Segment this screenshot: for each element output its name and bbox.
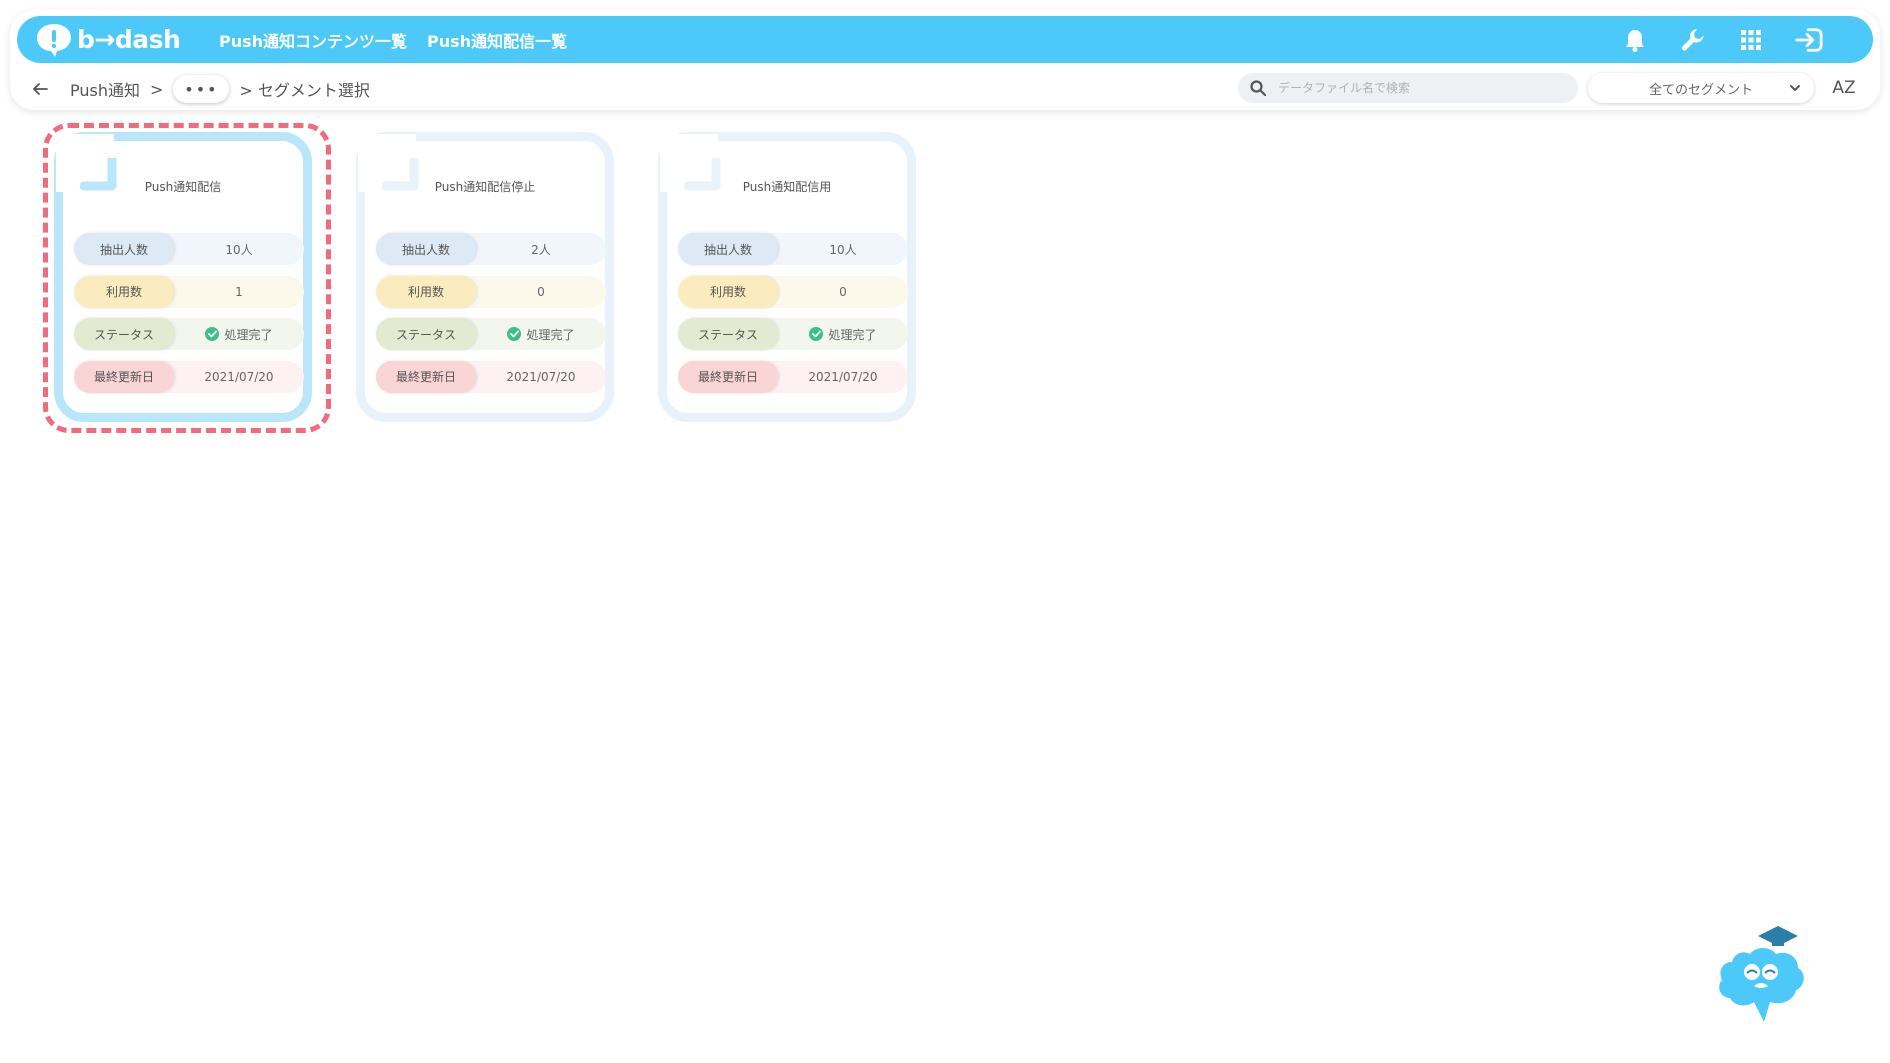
- updated-date-value: 2021/07/20: [506, 369, 576, 384]
- usage-count-row: 利用数 1: [74, 275, 304, 308]
- nav-push-delivery-list[interactable]: Push通知配信一覧: [427, 28, 567, 52]
- card-title: Push通知配信: [144, 180, 222, 194]
- bell-icon[interactable]: [1621, 26, 1649, 54]
- breadcrumb-push[interactable]: Push通知: [70, 77, 140, 101]
- usage-count-value: 1: [235, 284, 243, 299]
- status-row: ステータス 処理完了: [74, 318, 304, 350]
- check-circle-icon: [205, 327, 220, 341]
- bdash-bubble-icon: [37, 23, 71, 57]
- status-label: ステータス: [74, 318, 174, 350]
- extract-count-row: 抽出人数 10人: [678, 233, 908, 265]
- usage-count-row: 利用数 0: [678, 275, 908, 308]
- updated-date-label: 最終更新日: [74, 360, 174, 393]
- check-circle-icon: [809, 327, 824, 341]
- card-title: Push通知配信用: [742, 180, 832, 194]
- extract-count-label: 抽出人数: [376, 233, 476, 265]
- usage-count-label: 利用数: [74, 275, 174, 308]
- logo[interactable]: b→dash: [35, 22, 185, 58]
- status-value: 処理完了: [224, 327, 273, 342]
- updated-date-row: 最終更新日 2021/07/20: [74, 360, 304, 393]
- usage-count-label: 利用数: [678, 275, 778, 308]
- breadcrumb-separator: >: [150, 79, 164, 99]
- status-label: ステータス: [376, 318, 476, 350]
- segment-filter-select[interactable]: 全てのセグメント: [1588, 73, 1814, 103]
- status-row: ステータス 処理完了: [678, 318, 908, 350]
- chevron-down-icon: [1790, 85, 1800, 91]
- usage-count-value: 0: [537, 284, 545, 299]
- segment-filter-value: 全てのセグメント: [1648, 82, 1753, 98]
- search-icon: [1250, 80, 1266, 96]
- nav-push-contents-list[interactable]: Push通知コンテンツ一覧: [219, 28, 407, 52]
- check-circle-icon: [507, 327, 522, 341]
- apps-grid-icon[interactable]: [1737, 26, 1765, 54]
- breadcrumb-more-button[interactable]: •••: [173, 75, 230, 103]
- extract-count-value: 10人: [225, 242, 253, 257]
- top-navigation-bar: b→dash Push通知コンテンツ一覧 Push通知配信一覧: [17, 16, 1873, 63]
- breadcrumb-current: > セグメント選択: [239, 81, 370, 100]
- updated-date-label: 最終更新日: [376, 360, 476, 393]
- extract-count-value: 2人: [531, 242, 551, 257]
- updated-date-value: 2021/07/20: [808, 369, 878, 384]
- status-row: ステータス 処理完了: [376, 318, 606, 350]
- logo-text: b→dash: [77, 25, 181, 54]
- extract-count-row: 抽出人数 10人: [74, 233, 304, 265]
- status-value: 処理完了: [526, 327, 575, 342]
- search-box: [1238, 73, 1578, 103]
- updated-date-row: 最終更新日 2021/07/20: [376, 360, 606, 393]
- usage-count-row: 利用数 0: [376, 275, 606, 308]
- logout-icon[interactable]: [1795, 26, 1823, 54]
- usage-count-value: 0: [839, 284, 847, 299]
- extract-count-label: 抽出人数: [678, 233, 778, 265]
- card-title: Push通知配信停止: [434, 180, 536, 194]
- sort-az-button[interactable]: AZ: [1830, 74, 1858, 102]
- back-arrow-icon[interactable]: [30, 79, 50, 99]
- segment-card[interactable]: Push通知配信用 抽出人数 10人 利用数 0 ステータス 処理完了 最終更新…: [648, 128, 926, 428]
- updated-date-label: 最終更新日: [678, 360, 778, 393]
- usage-count-label: 利用数: [376, 275, 476, 308]
- search-input[interactable]: [1278, 81, 1558, 95]
- mascot-help-icon[interactable]: [1712, 922, 1816, 1022]
- segment-card[interactable]: Push通知配信 抽出人数 10人 利用数 1 ステータス 処理完了 最終更新日…: [44, 128, 322, 428]
- extract-count-label: 抽出人数: [74, 233, 174, 265]
- wrench-icon[interactable]: [1679, 26, 1707, 54]
- status-value: 処理完了: [828, 327, 877, 342]
- extract-count-row: 抽出人数 2人: [376, 233, 606, 265]
- segment-card[interactable]: Push通知配信停止 抽出人数 2人 利用数 0 ステータス 処理完了 最終更新…: [346, 128, 624, 428]
- updated-date-row: 最終更新日 2021/07/20: [678, 360, 908, 393]
- extract-count-value: 10人: [829, 242, 857, 257]
- status-label: ステータス: [678, 318, 778, 350]
- updated-date-value: 2021/07/20: [204, 369, 274, 384]
